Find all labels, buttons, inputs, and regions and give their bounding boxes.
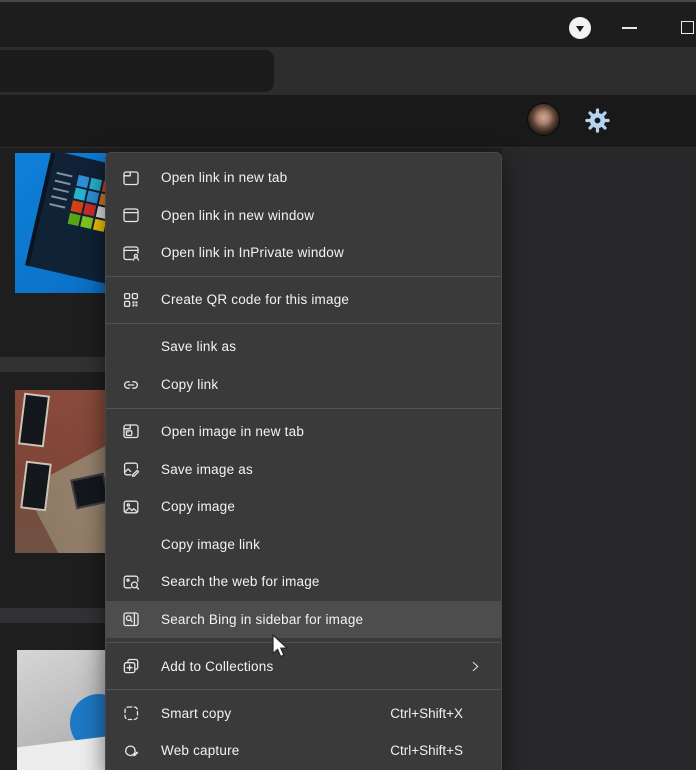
menu-separator [106,275,501,277]
collections-add-icon [121,656,141,676]
menu-separator [106,689,501,691]
menu-item-copy-link[interactable]: Copy link [106,366,501,404]
no-icon [121,534,141,554]
edge-browser-window: Open link in new tab Open link in new wi… [0,0,696,770]
menu-item-label: Search the web for image [161,574,320,590]
menu-item-save-image-as[interactable]: Save image as [106,450,501,488]
menu-item-open-link-new-window[interactable]: Open link in new window [106,197,501,235]
laptop-graphic [25,153,106,290]
menu-item-label: Copy image link [161,536,261,552]
menu-item-search-bing-sidebar[interactable]: Search Bing in sidebar for image [106,600,501,639]
image-new-tab-icon [121,421,141,441]
new-tab-icon [121,168,141,188]
menu-item-label: Create QR code for this image [161,292,350,308]
search-sidebar-icon [121,609,141,629]
menu-item-label: Smart copy [161,705,232,721]
menu-item-shortcut: Ctrl+Shift+X [390,705,463,721]
menu-item-label: Save image as [161,461,253,477]
inprivate-window-icon [121,243,141,263]
context-menu: Open link in new tab Open link in new wi… [105,152,502,770]
menu-item-label: Search Bing in sidebar for image [161,611,364,627]
image-edit-icon [121,459,141,479]
smart-copy-icon [121,703,141,723]
down-triangle-icon [576,26,584,32]
settings-gear-icon[interactable] [583,106,612,135]
page-header [0,95,696,148]
building-window-graphic [17,392,51,448]
menu-item-label: Open link in new window [161,207,315,223]
menu-item-create-qr-code[interactable]: Create QR code for this image [106,281,501,319]
menu-item-label: Open link in new tab [161,170,288,186]
maximize-button[interactable] [681,21,694,34]
white-surface-graphic [17,735,106,770]
address-bar[interactable] [0,50,274,92]
menu-item-label: Add to Collections [161,658,274,674]
building-window-graphic [70,472,106,510]
new-window-icon [121,205,141,225]
menu-item-search-web-for-image[interactable]: Search the web for image [106,563,501,601]
row-separator-band [0,608,106,623]
menu-item-open-image-new-tab[interactable]: Open image in new tab [106,413,501,451]
menu-separator [106,407,501,409]
minimize-button[interactable] [622,27,637,29]
menu-item-copy-image-link[interactable]: Copy image link [106,525,501,563]
user-avatar[interactable] [528,104,559,135]
submenu-chevron-right-icon [468,659,483,674]
image-thumbnail-windows-laptop[interactable] [15,153,106,293]
menu-separator [106,322,501,324]
menu-item-label: Web capture [161,743,240,759]
menu-item-shortcut: Ctrl+Shift+S [390,743,463,759]
row-separator-band [0,357,106,372]
menu-item-add-to-collections[interactable]: Add to Collections [106,648,501,686]
search-image-icon [121,572,141,592]
web-capture-icon [121,741,141,761]
menu-item-copy-image[interactable]: Copy image [106,488,501,526]
image-thumbnail-product[interactable] [17,650,106,770]
window-titlebar [0,0,696,47]
menu-item-label: Save link as [161,339,237,355]
menu-separator [106,642,501,644]
menu-item-smart-copy[interactable]: Smart copy Ctrl+Shift+X [106,695,501,733]
menu-item-open-link-inprivate[interactable]: Open link in InPrivate window [106,234,501,272]
menu-item-label: Open link in InPrivate window [161,245,344,261]
menu-item-label: Copy image [161,499,236,515]
menu-item-web-capture[interactable]: Web capture Ctrl+Shift+S [106,732,501,770]
menu-item-label: Open image in new tab [161,423,305,439]
tab-media-indicator-icon[interactable] [569,17,591,39]
browser-toolbar [0,47,696,132]
menu-item-save-link-as[interactable]: Save link as [106,328,501,366]
image-icon [121,497,141,517]
menu-item-open-link-new-tab[interactable]: Open link in new tab [106,159,501,197]
menu-item-label: Copy link [161,377,219,393]
qr-code-icon [121,290,141,310]
image-thumbnail-brick-building[interactable] [15,390,106,553]
page-content-right [502,148,696,770]
no-icon [121,337,141,357]
link-icon [121,375,141,395]
